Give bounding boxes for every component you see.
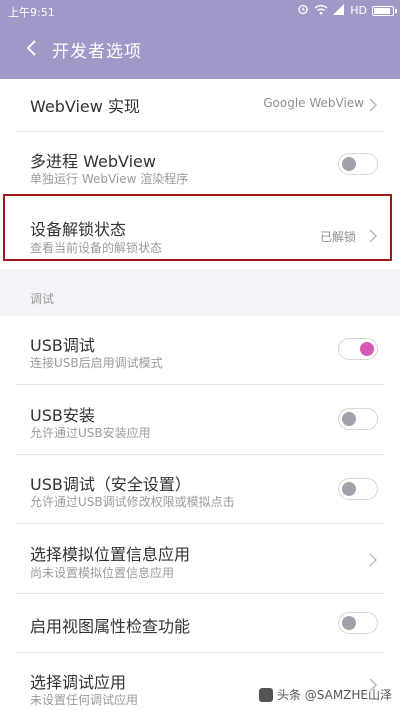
toutiao-logo-icon: [258, 687, 273, 702]
row-usb-debug-secure[interactable]: USB调试（安全设置） 允许通过USB调试修改权限或模拟点击: [0, 455, 400, 523]
row-subtitle: 允许通过USB调试修改权限或模拟点击: [30, 495, 235, 509]
row-webview-impl[interactable]: WebView 实现 Google WebView: [0, 79, 400, 131]
row-view-attr-inspect[interactable]: 启用视图属性检查功能: [0, 594, 400, 652]
row-multiprocess-webview[interactable]: 多进程 WebView 单独运行 WebView 渲染程序: [0, 132, 400, 194]
alarm-icon: [297, 3, 309, 18]
usb-install-toggle[interactable]: [338, 408, 378, 430]
row-subtitle: 允许通过USB安装应用: [30, 426, 151, 440]
status-time: 上午9:51: [8, 6, 55, 19]
row-title: USB调试: [30, 336, 95, 355]
row-title: USB调试（安全设置）: [30, 475, 191, 494]
row-title: 选择模拟位置信息应用: [30, 545, 191, 564]
signal-icon: [333, 3, 345, 18]
row-title: 启用视图属性检查功能: [30, 617, 191, 636]
status-bar: 上午9:51 HD: [0, 0, 400, 24]
row-title: WebView 实现: [30, 97, 140, 116]
row-title: USB安装: [30, 406, 95, 425]
row-subtitle: 单独运行 WebView 渲染程序: [30, 172, 189, 186]
title-bar: 开发者选项: [0, 30, 400, 66]
wifi-icon: [314, 4, 328, 18]
app-header: 上午9:51 HD 开发者选项: [0, 0, 400, 79]
row-subtitle: 未设置任何调试应用: [30, 693, 139, 707]
watermark: 头条 @SAMZHE山泽: [258, 686, 392, 703]
status-icons: HD: [297, 3, 397, 18]
row-subtitle: 尚未设置模拟位置信息应用: [30, 566, 175, 580]
row-subtitle: 连接USB后启用调试模式: [30, 356, 163, 370]
watermark-text: 头条 @SAMZHE山泽: [276, 688, 392, 702]
chevron-right-icon: [368, 552, 378, 567]
row-mock-location[interactable]: 选择模拟位置信息应用 尚未设置模拟位置信息应用: [0, 524, 400, 593]
battery-icon: [372, 5, 397, 16]
highlight-box: [3, 194, 392, 261]
page-title: 开发者选项: [52, 42, 142, 62]
multiprocess-webview-toggle[interactable]: [338, 153, 378, 175]
row-title: 多进程 WebView: [30, 152, 156, 171]
section-label-debug: 调试: [30, 292, 55, 306]
row-usb-install[interactable]: USB安装 允许通过USB安装应用: [0, 385, 400, 454]
chevron-right-icon: [368, 97, 378, 112]
usb-debug-secure-toggle[interactable]: [338, 478, 378, 500]
usb-debug-toggle[interactable]: [338, 338, 378, 360]
row-title: 选择调试应用: [30, 673, 127, 692]
view-attr-inspect-toggle[interactable]: [338, 612, 378, 634]
row-value: Google WebView: [263, 96, 364, 110]
back-arrow-icon[interactable]: [22, 36, 44, 60]
network-type: HD: [350, 4, 367, 17]
row-usb-debug[interactable]: USB调试 连接USB后启用调试模式: [0, 316, 400, 384]
